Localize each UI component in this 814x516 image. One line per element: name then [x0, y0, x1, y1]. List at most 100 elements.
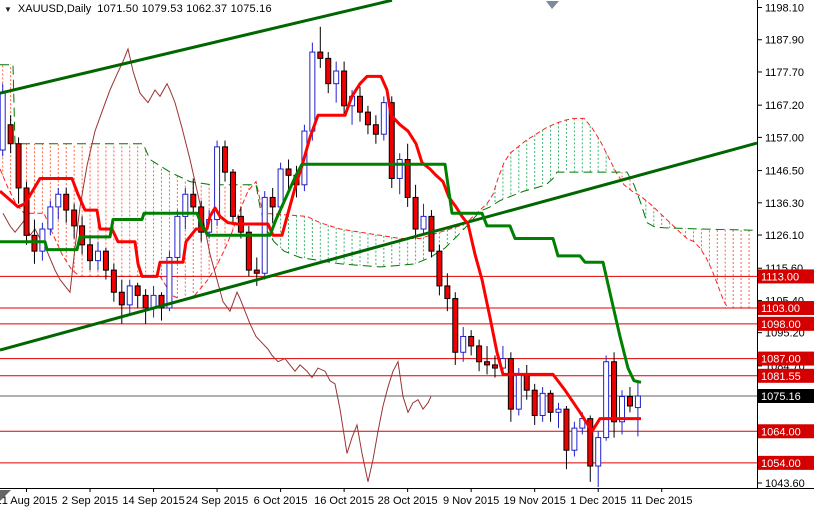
bearish-candle[interactable]	[270, 197, 275, 206]
bearish-candle[interactable]	[103, 251, 108, 270]
bearish-candle[interactable]	[492, 365, 497, 368]
y-axis-tick-label: 1187.90	[765, 35, 804, 47]
bearish-candle[interactable]	[230, 172, 235, 216]
quick-trade-collapse-icon[interactable]: ▼	[4, 5, 12, 14]
x-axis-date-label: 14 Sep 2015	[122, 495, 184, 507]
bearish-candle[interactable]	[80, 226, 85, 245]
bearish-candle[interactable]	[135, 286, 140, 295]
x-axis-date-label: 1 Dec 2015	[570, 495, 626, 507]
bearish-candle[interactable]	[88, 245, 93, 261]
mt4-chart-window: 1198.10 1187.90 1177.70 1167.20 1157.00 1146.…	[0, 0, 814, 516]
bullish-candle[interactable]	[310, 52, 315, 131]
price-level-badge-label: 1054.00	[761, 458, 801, 470]
bearish-candle[interactable]	[477, 346, 482, 362]
bearish-candle[interactable]	[627, 397, 632, 406]
bullish-candle[interactable]	[596, 438, 601, 466]
price-level-badge-label: 1103.00	[761, 303, 800, 315]
x-axis-date-label: 21 Aug 2015	[0, 495, 57, 507]
bullish-candle[interactable]	[381, 103, 386, 135]
bullish-candle[interactable]	[56, 194, 61, 207]
bearish-candle[interactable]	[453, 299, 458, 353]
price-level-badge-label: 1098.00	[761, 319, 801, 331]
bearish-candle[interactable]	[8, 125, 13, 144]
bearish-candle[interactable]	[564, 409, 569, 450]
bullish-candle[interactable]	[0, 93, 5, 150]
bearish-candle[interactable]	[119, 292, 124, 305]
x-axis-date-label: 24 Sep 2015	[186, 495, 248, 507]
bullish-candle[interactable]	[397, 160, 402, 179]
bearish-candle[interactable]	[508, 359, 513, 410]
x-axis-date-label: 11 Dec 2015	[631, 495, 693, 507]
bearish-candle[interactable]	[143, 295, 148, 308]
bearish-candle[interactable]	[318, 52, 323, 58]
bearish-candle[interactable]	[64, 194, 69, 210]
bearish-candle[interactable]	[24, 188, 29, 235]
bearish-candle[interactable]	[358, 96, 363, 112]
x-axis-date-label: 28 Oct 2015	[378, 495, 438, 507]
bullish-candle[interactable]	[175, 216, 180, 257]
bullish-candle[interactable]	[556, 409, 561, 412]
bullish-candle[interactable]	[461, 336, 466, 352]
bearish-candle[interactable]	[223, 147, 228, 172]
bearish-candle[interactable]	[246, 232, 251, 270]
y-axis-tick-label: 1146.50	[765, 166, 804, 178]
ohlc-values: 1071.50 1079.53 1062.37 1075.16	[97, 3, 271, 15]
kijun-sen-line	[0, 164, 641, 382]
y-axis-tick-label: 1177.70	[765, 67, 804, 79]
bearish-candle[interactable]	[373, 125, 378, 134]
x-axis-date-label: 9 Nov 2015	[443, 495, 499, 507]
symbol-period-label: XAUUSD,Daily	[18, 3, 91, 15]
bearish-candle[interactable]	[532, 390, 537, 415]
x-axis-date-label: 6 Oct 2015	[254, 495, 308, 507]
bullish-candle[interactable]	[127, 286, 132, 305]
bullish-candle[interactable]	[167, 257, 172, 308]
bullish-candle[interactable]	[334, 71, 339, 84]
bearish-candle[interactable]	[612, 362, 617, 422]
bullish-candle[interactable]	[635, 396, 640, 408]
bullish-candle[interactable]	[40, 229, 45, 251]
bearish-candle[interactable]	[445, 286, 450, 299]
chart-header: ▼ XAUUSD,Daily 1071.50 1079.53 1062.37 1…	[4, 3, 272, 15]
y-axis-tick-label: 1126.10	[765, 230, 804, 242]
bearish-candle[interactable]	[191, 194, 196, 207]
bearish-candle[interactable]	[32, 235, 37, 251]
price-chart[interactable]: 1198.10 1187.90 1177.70 1167.20 1157.00 1146.…	[0, 0, 814, 516]
chart-shift-marker-icon[interactable]	[546, 1, 559, 9]
bearish-candle[interactable]	[548, 393, 553, 412]
bearish-candle[interactable]	[16, 144, 21, 188]
price-level-badge-label: 1064.00	[761, 426, 801, 438]
x-axis-date-label: 16 Oct 2015	[314, 495, 374, 507]
bearish-candle[interactable]	[111, 270, 116, 292]
bullish-candle[interactable]	[278, 169, 283, 207]
bearish-candle[interactable]	[326, 58, 331, 83]
bearish-candle[interactable]	[485, 362, 490, 365]
bearish-candle[interactable]	[413, 197, 418, 229]
x-axis-date-label: 19 Nov 2015	[503, 495, 565, 507]
bullish-candle[interactable]	[516, 374, 521, 409]
price-level-badge-label: 1087.00	[761, 354, 801, 366]
open-value: 1071.50	[97, 3, 138, 15]
x-axis-date-label: 2 Sep 2015	[62, 495, 118, 507]
y-axis-tick-label: 1157.00	[765, 132, 804, 144]
bearish-candle[interactable]	[286, 169, 291, 175]
low-value: 1062.37	[186, 3, 227, 15]
bearish-candle[interactable]	[72, 210, 77, 226]
bullish-candle[interactable]	[540, 393, 545, 415]
bearish-candle[interactable]	[342, 71, 347, 106]
y-axis-tick-label: 1198.10	[765, 3, 804, 15]
bearish-candle[interactable]	[254, 270, 259, 273]
bullish-candle[interactable]	[48, 207, 53, 229]
price-level-badge-label: 1075.16	[761, 391, 801, 403]
bearish-candle[interactable]	[365, 112, 370, 125]
senkou-span-b-line	[0, 65, 757, 267]
close-value: 1075.16	[231, 3, 272, 15]
bearish-candle[interactable]	[437, 251, 442, 286]
bullish-candle[interactable]	[572, 428, 577, 450]
bearish-candle[interactable]	[524, 374, 529, 390]
bullish-candle[interactable]	[95, 251, 100, 260]
y-axis-tick-label: 1167.20	[765, 100, 804, 112]
bullish-candle[interactable]	[421, 216, 426, 229]
y-axis-tick-label: 1043.60	[765, 478, 805, 490]
bearish-candle[interactable]	[469, 336, 474, 345]
bullish-candle[interactable]	[604, 362, 609, 438]
